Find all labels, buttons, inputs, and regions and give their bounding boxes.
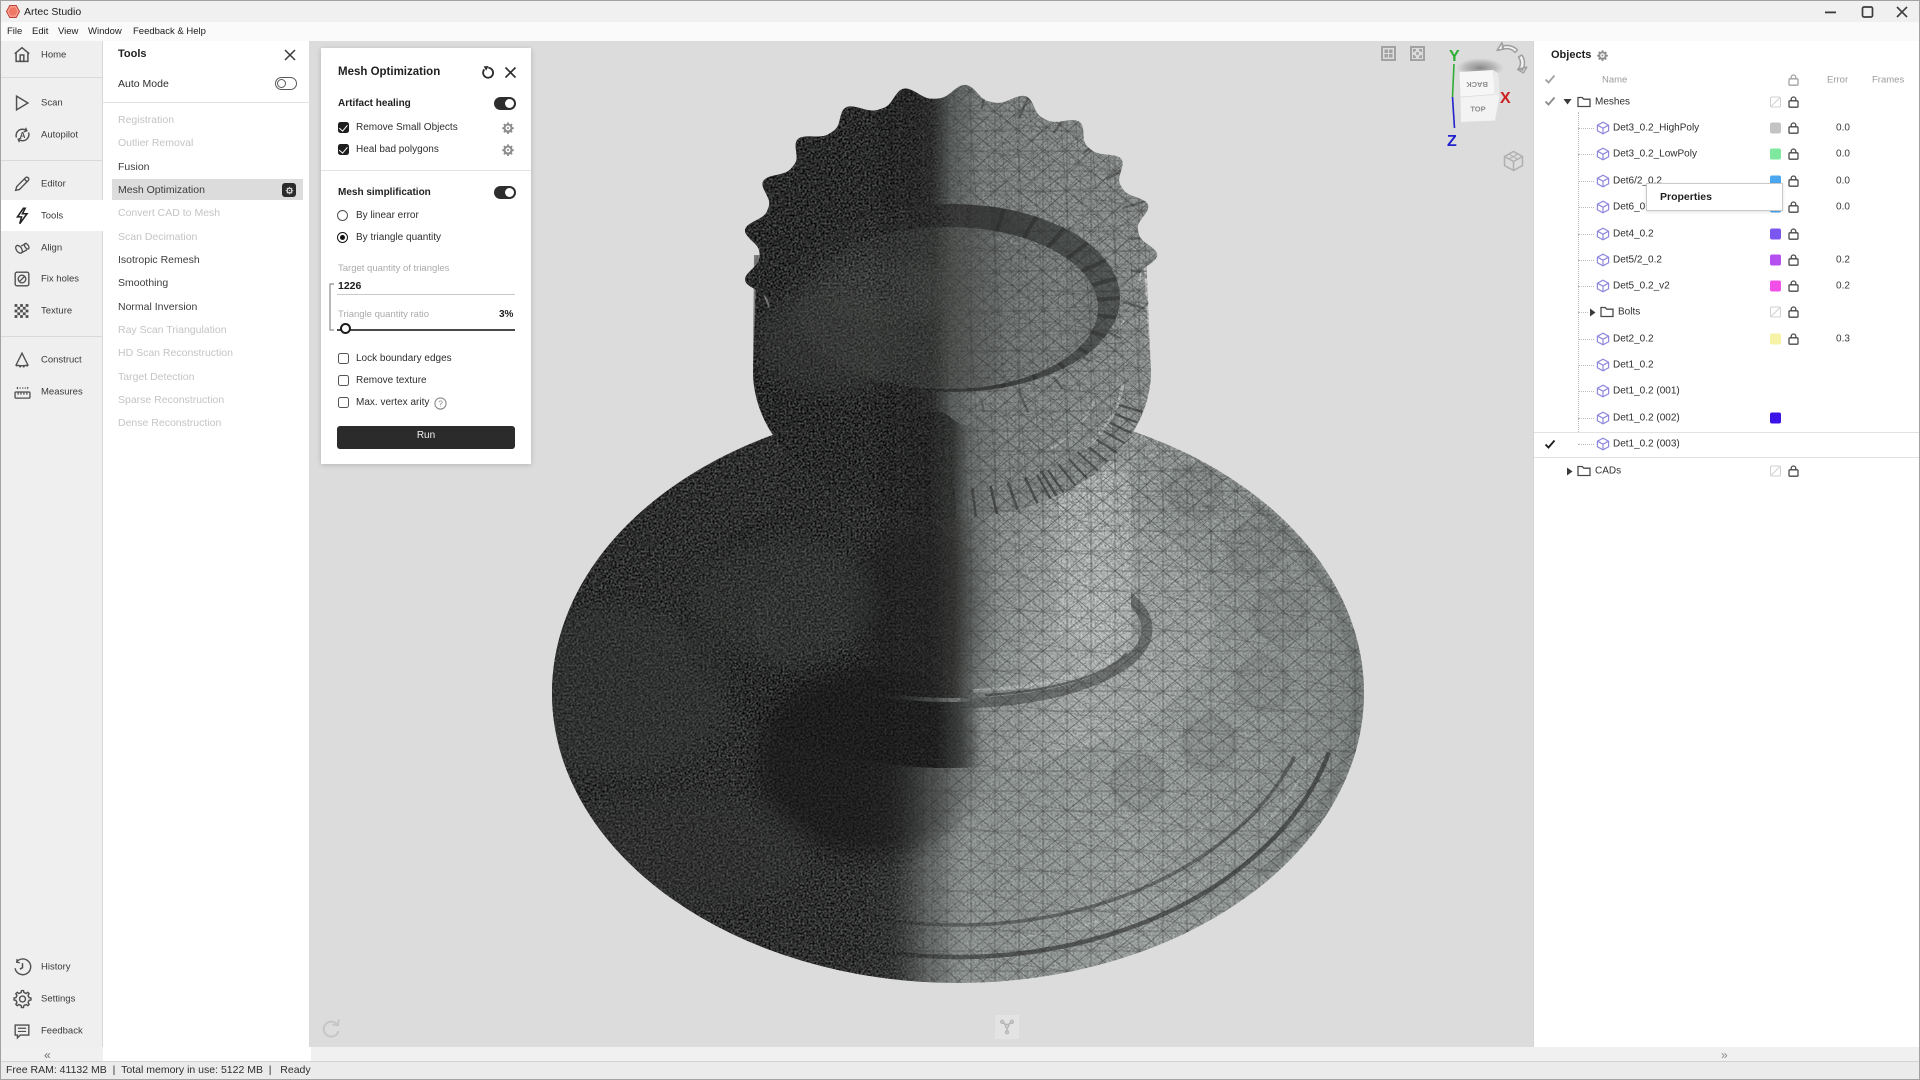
svg-text:BACK: BACK (1466, 80, 1488, 89)
svg-text:?: ? (438, 398, 443, 408)
svg-text:A: A (20, 131, 26, 140)
svg-text:Y: Y (1449, 48, 1460, 65)
svg-text:X: X (1500, 90, 1511, 107)
svg-text:TOP: TOP (1470, 105, 1485, 114)
svg-text:Z: Z (1447, 133, 1457, 150)
